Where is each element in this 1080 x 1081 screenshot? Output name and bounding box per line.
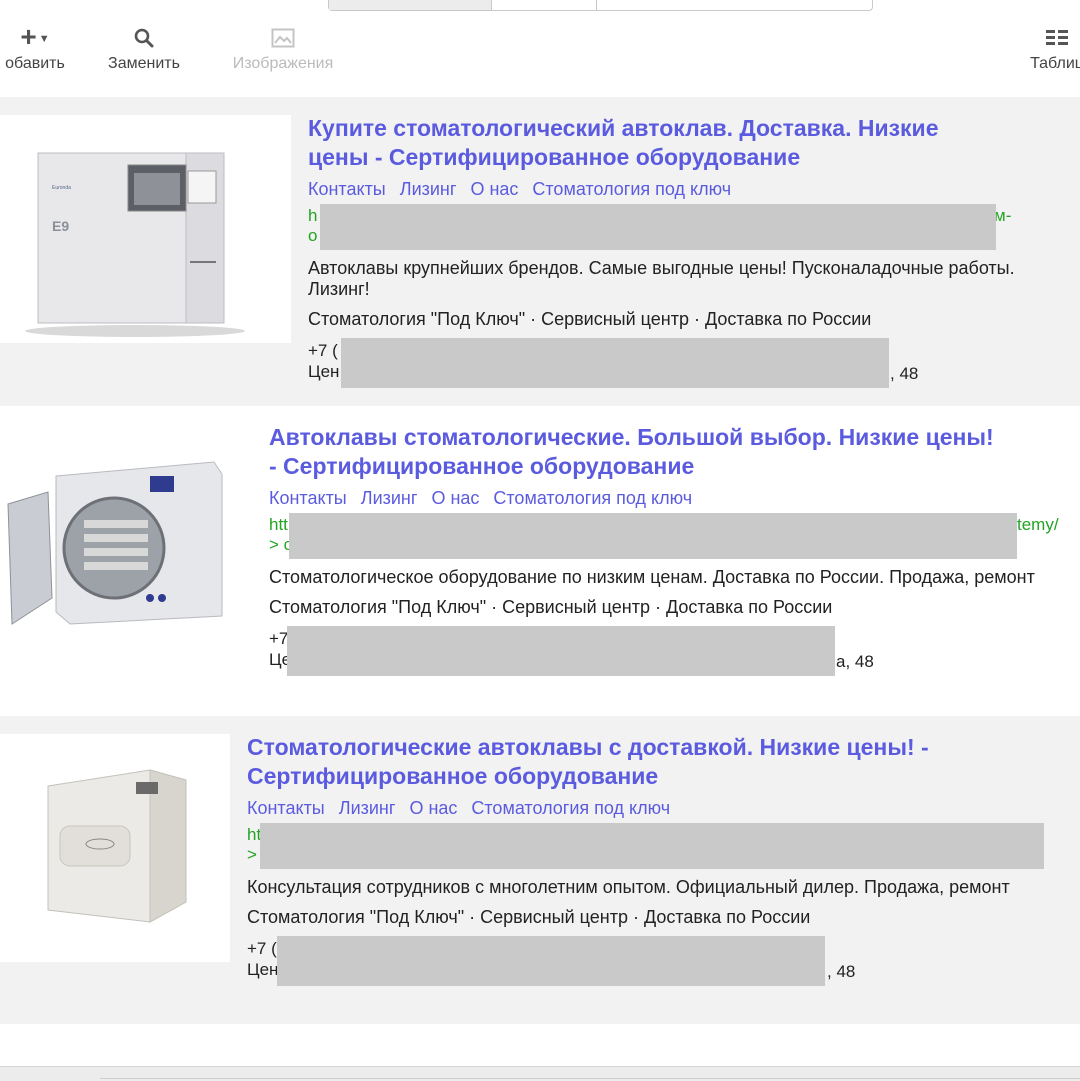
replace-label: Заменить: [108, 55, 180, 72]
ad-text: Автоклавы крупнейших брендов. Самые выго…: [308, 258, 1015, 299]
ad-image-autoclave-open: [0, 448, 232, 648]
url-line1-start: h: [308, 206, 318, 225]
address-end: , 48: [890, 364, 919, 383]
ad-text: Стоматологическое оборудование по низким…: [269, 567, 1035, 587]
sitelink-contacts[interactable]: Контакты: [308, 179, 386, 199]
ad-preview-1: Euronda E9 Купите стоматологический авто…: [0, 97, 1080, 406]
table-view-button[interactable]: Таблиц: [1012, 22, 1080, 73]
toolbar: + ▼ обавить Заменить Изображения Таблиц: [0, 0, 1080, 90]
replace-button[interactable]: Заменить: [98, 22, 190, 73]
display-url[interactable]: htt temy/ > с: [269, 513, 1080, 559]
display-url[interactable]: ht >: [247, 823, 1080, 869]
url-line1-end: м-: [994, 206, 1012, 225]
ad-preview-3: Стоматологические автоклавы с доставкой.…: [0, 716, 1080, 1024]
ad-image-autoclave-white: [0, 734, 230, 962]
sitelinks: Контакты Лизинг О нас Стоматология под ключ: [308, 178, 1080, 200]
sitelink-turnkey[interactable]: Стоматология под ключ: [493, 488, 692, 508]
contact-info: +7 ( Цен , 48: [308, 338, 1080, 388]
ad-callouts: Стоматология "Под Ключ" · Сервисный цент…: [308, 309, 872, 329]
images-label: Изображения: [232, 55, 334, 72]
sitelink-leasing[interactable]: Лизинг: [339, 798, 396, 818]
ad-content-2: Автоклавы стоматологические. Большой выб…: [269, 423, 1080, 676]
sitelink-about[interactable]: О нас: [409, 798, 457, 818]
sitelink-turnkey[interactable]: Стоматология под ключ: [471, 798, 670, 818]
ad-callouts: Стоматология "Под Ключ" · Сервисный цент…: [269, 597, 833, 617]
magnifier-icon: [98, 22, 190, 52]
sitelink-contacts[interactable]: Контакты: [269, 488, 347, 508]
table-grid-icon: [1012, 22, 1080, 52]
ad-title-link[interactable]: Автоклавы стоматологические. Большой выб…: [269, 423, 1080, 481]
ad-content-1: Купите стоматологический автоклав. Доста…: [308, 114, 1080, 388]
images-button[interactable]: Изображения: [218, 22, 348, 73]
redaction-block: [287, 626, 835, 676]
plus-icon: + ▼: [20, 21, 50, 52]
contact-info: +7 Це а, 48: [269, 626, 1080, 676]
address-end: а, 48: [836, 652, 874, 671]
bottom-bar: [0, 1066, 1080, 1081]
svg-text:E9: E9: [52, 218, 69, 234]
redaction-block: [260, 823, 1044, 869]
ad-text: Консультация сотрудников с многолетним о…: [247, 877, 1010, 897]
address-end: , 48: [827, 962, 856, 981]
ad-content-3: Стоматологические автоклавы с доставкой.…: [247, 733, 1080, 986]
ad-preview-2: Автоклавы стоматологические. Большой выб…: [0, 406, 1080, 716]
redaction-block: [341, 338, 889, 388]
sitelinks: Контакты Лизинг О нас Стоматология под ключ: [247, 797, 1080, 819]
url-line1-end: temy/: [1017, 515, 1059, 534]
ad-callouts: Стоматология "Под Ключ" · Сервисный цент…: [247, 907, 811, 927]
sitelink-leasing[interactable]: Лизинг: [361, 488, 418, 508]
ad-title-link[interactable]: Купите стоматологический автоклав. Доста…: [308, 114, 1080, 172]
ad-image-autoclave-e9: Euronda E9: [0, 115, 291, 343]
contact-info: +7 ( Цен , 48: [247, 936, 1080, 986]
sitelink-turnkey[interactable]: Стоматология под ключ: [532, 179, 731, 199]
add-button[interactable]: + ▼ обавить: [0, 22, 74, 73]
image-icon: [218, 22, 348, 52]
redaction-block: [320, 204, 996, 250]
ad-title-link[interactable]: Стоматологические автоклавы с доставкой.…: [247, 733, 1080, 791]
sitelink-leasing[interactable]: Лизинг: [400, 179, 457, 199]
svg-text:Euronda: Euronda: [52, 185, 71, 191]
display-url[interactable]: h м- о: [308, 204, 1080, 250]
redaction-block: [289, 513, 1017, 559]
sitelink-about[interactable]: О нас: [470, 179, 518, 199]
sitelink-about[interactable]: О нас: [431, 488, 479, 508]
redaction-block: [277, 936, 825, 986]
sitelink-contacts[interactable]: Контакты: [247, 798, 325, 818]
url-line1-start: htt: [269, 515, 288, 534]
table-view-label: Таблиц: [1030, 55, 1080, 72]
add-label: обавить: [5, 55, 65, 72]
sitelinks: Контакты Лизинг О нас Стоматология под ключ: [269, 487, 1080, 509]
bottom-divider: [100, 1078, 1080, 1079]
